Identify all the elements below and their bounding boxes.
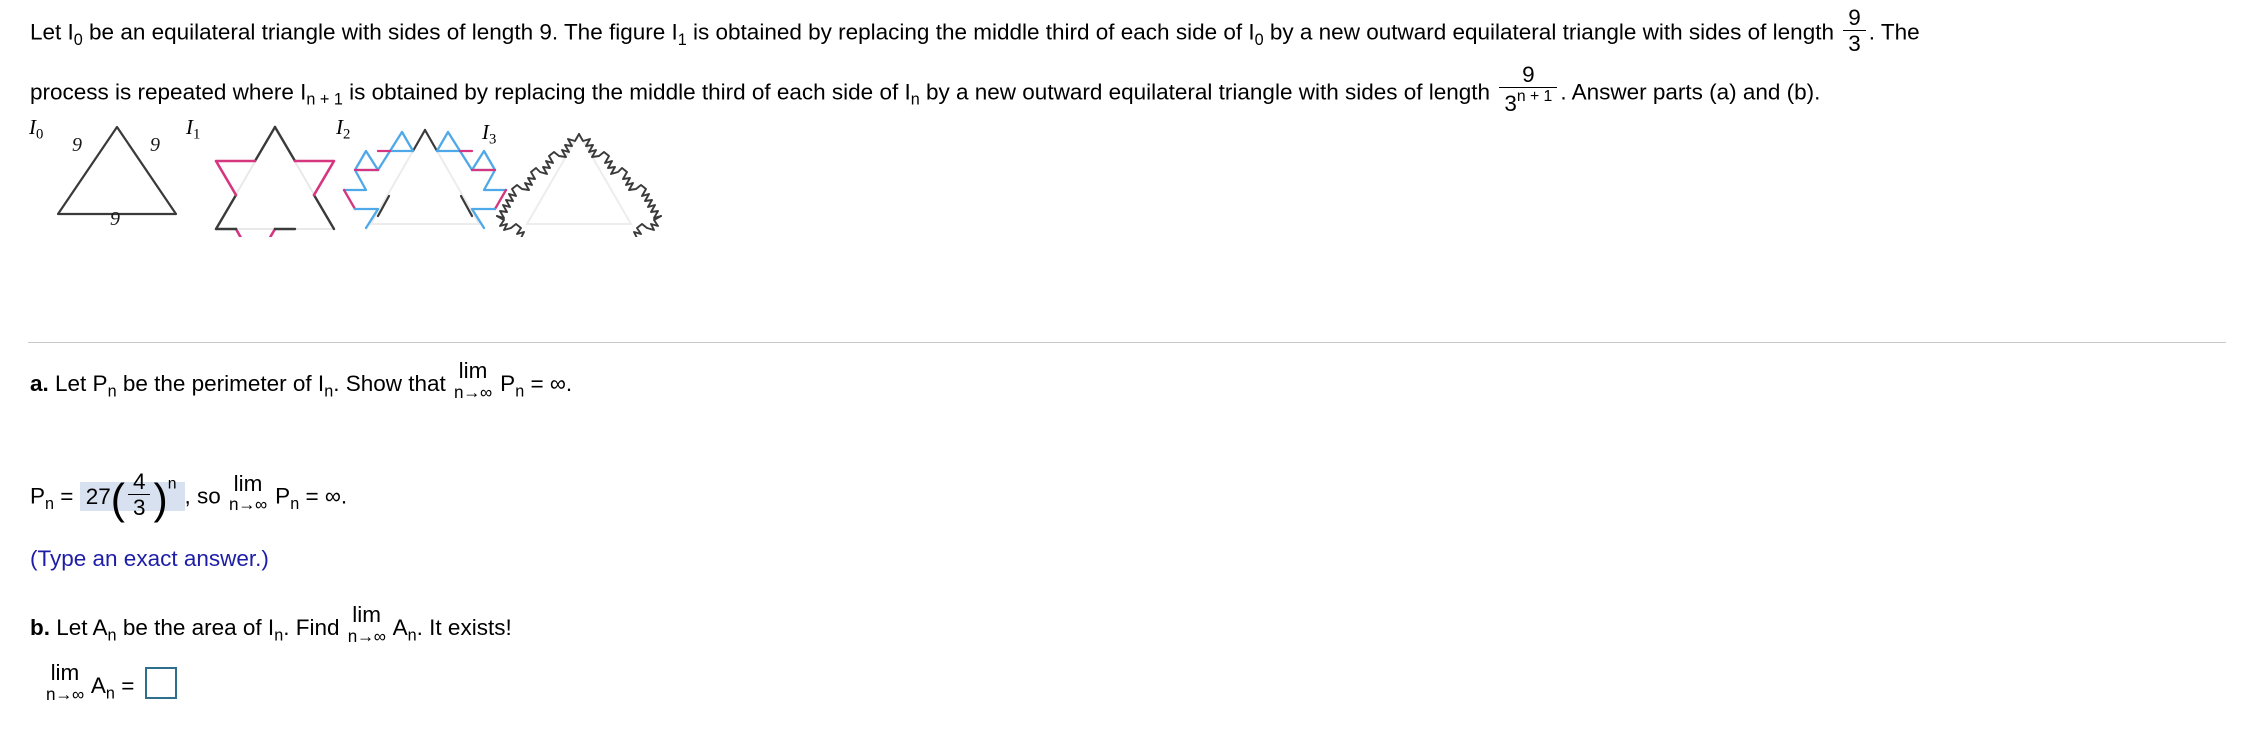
fraction-denominator: 3 [1843,30,1866,56]
paren-close: ) [153,475,168,524]
equals-sign: = [54,483,80,509]
area-symbol: A [85,673,106,699]
part-a-answer-line: Pn = 27(4 3)n, so lim n→∞ Pn = ∞. [30,470,347,524]
part-a-text: . Show that [333,371,453,397]
part-a-answer-field[interactable]: 27(4 3)n [79,470,185,523]
statement-text: process is repeated where I [30,79,307,105]
figure-i3: I3 [474,112,674,239]
limit-label: lim [458,358,488,383]
limit-subscript: n→∞ [347,626,386,646]
part-b-text: be the area of I [116,615,275,641]
statement-text: . The [1868,19,1920,45]
part-b-prompt: b. Let An be the area of In. Find lim n→∞… [30,602,512,646]
fraction-numerator: 4 [132,469,146,494]
subscript: n [45,494,55,513]
subscript: n [105,684,115,703]
limit-operator: lim n→∞ [229,470,267,514]
part-b-answer-line: lim n→∞ An = [44,660,177,704]
limit-operator: lim n→∞ [454,358,492,402]
figure-i3-svg [496,132,662,239]
section-divider [28,342,2226,343]
perimeter-symbol: P [30,483,46,509]
figure-label-i1: I1 [186,115,201,143]
limit-subscript: n→∞ [454,382,492,402]
limit-label: lim [50,660,80,685]
part-a-marker: a. [30,371,49,397]
fraction-nine-over-three: 93 [1843,6,1866,56]
limit-subscript: n→∞ [229,495,267,514]
subscript: 0 [1254,30,1264,49]
limit-operator: lim n→∞ [347,602,386,646]
statement-text: by a new outward equilateral triangle wi… [1263,19,1841,45]
part-a-hint: (Type an exact answer.) [30,546,269,571]
part-a-text: P [493,371,516,397]
subscript: 1 [677,30,687,49]
limit-subscript: n→∞ [46,684,84,704]
part-a-text: Let P [48,371,108,397]
side-length-label-bottom: 9 [110,208,120,230]
subscript: n [107,626,117,645]
problem-statement: Let I0 be an equilateral triangle with s… [30,6,2230,123]
subscript: n [324,382,334,401]
subscript: n [290,494,300,513]
figure-label-i0: I0 [29,115,44,143]
statement-text: Let I [30,19,74,45]
answer-text: = ∞. [299,483,348,509]
part-b-answer-input[interactable] [144,667,177,700]
subscript: 0 [73,30,83,49]
figure-label-i3: I3 [482,120,497,148]
answer-exponent: n [167,474,177,492]
subscript: n [274,626,284,645]
limit-label: lim [352,602,382,627]
statement-text: is obtained by replacing the middle thir… [686,19,1255,45]
side-length-label-right: 9 [150,134,160,156]
fraction-nine-over-three-pow: 9 3n + 1 [1499,61,1558,117]
part-b-text: . It exists! [416,615,512,641]
side-length-label-left: 9 [72,134,82,156]
paren-open: ( [110,475,125,524]
fraction-numerator: 9 [1522,61,1535,87]
statement-text: by a new outward equilateral triangle wi… [919,79,1497,105]
fraction-numerator: 9 [1848,5,1861,30]
answer-text: P [268,483,291,509]
limit-operator: lim n→∞ [46,660,84,704]
part-b-text: A [387,615,408,641]
part-a-prompt: a. Let Pn be the perimeter of In. Show t… [30,358,573,402]
statement-line-1: Let I0 be an equilateral triangle with s… [30,6,2230,63]
denominator-exponent: n + 1 [1516,88,1553,106]
statement-text: be an equilateral triangle with sides of… [82,19,678,45]
part-b-text: . Find [283,615,346,641]
denominator-base: 3 [1504,91,1517,117]
answer-coefficient: 27 [85,483,111,509]
koch-snowflake-figure-strip: I0 9 9 9 I1 I2 I3 [24,112,924,265]
subscript: n + 1 [306,90,343,109]
limit-label: lim [233,470,263,496]
figure-label-i2: I2 [336,115,351,143]
equals-sign: = [114,673,141,699]
subscript: n [910,90,920,109]
answer-connector: , so [184,483,228,509]
part-b-text: Let A [50,615,108,641]
part-a-text: = ∞. [524,371,573,397]
fraction-denominator: 3 [127,494,151,520]
fraction-four-over-three: 43 [127,469,151,520]
part-a-text: be the perimeter of I [116,371,325,397]
fraction-denominator: 3n + 1 [1499,87,1558,117]
subscript: n [107,382,117,401]
subscript: n [407,626,417,645]
subscript: n [515,382,525,401]
statement-text: . Answer parts (a) and (b). [1560,79,1821,105]
statement-text: is obtained by replacing the middle thir… [342,79,911,105]
part-b-marker: b. [30,615,50,641]
